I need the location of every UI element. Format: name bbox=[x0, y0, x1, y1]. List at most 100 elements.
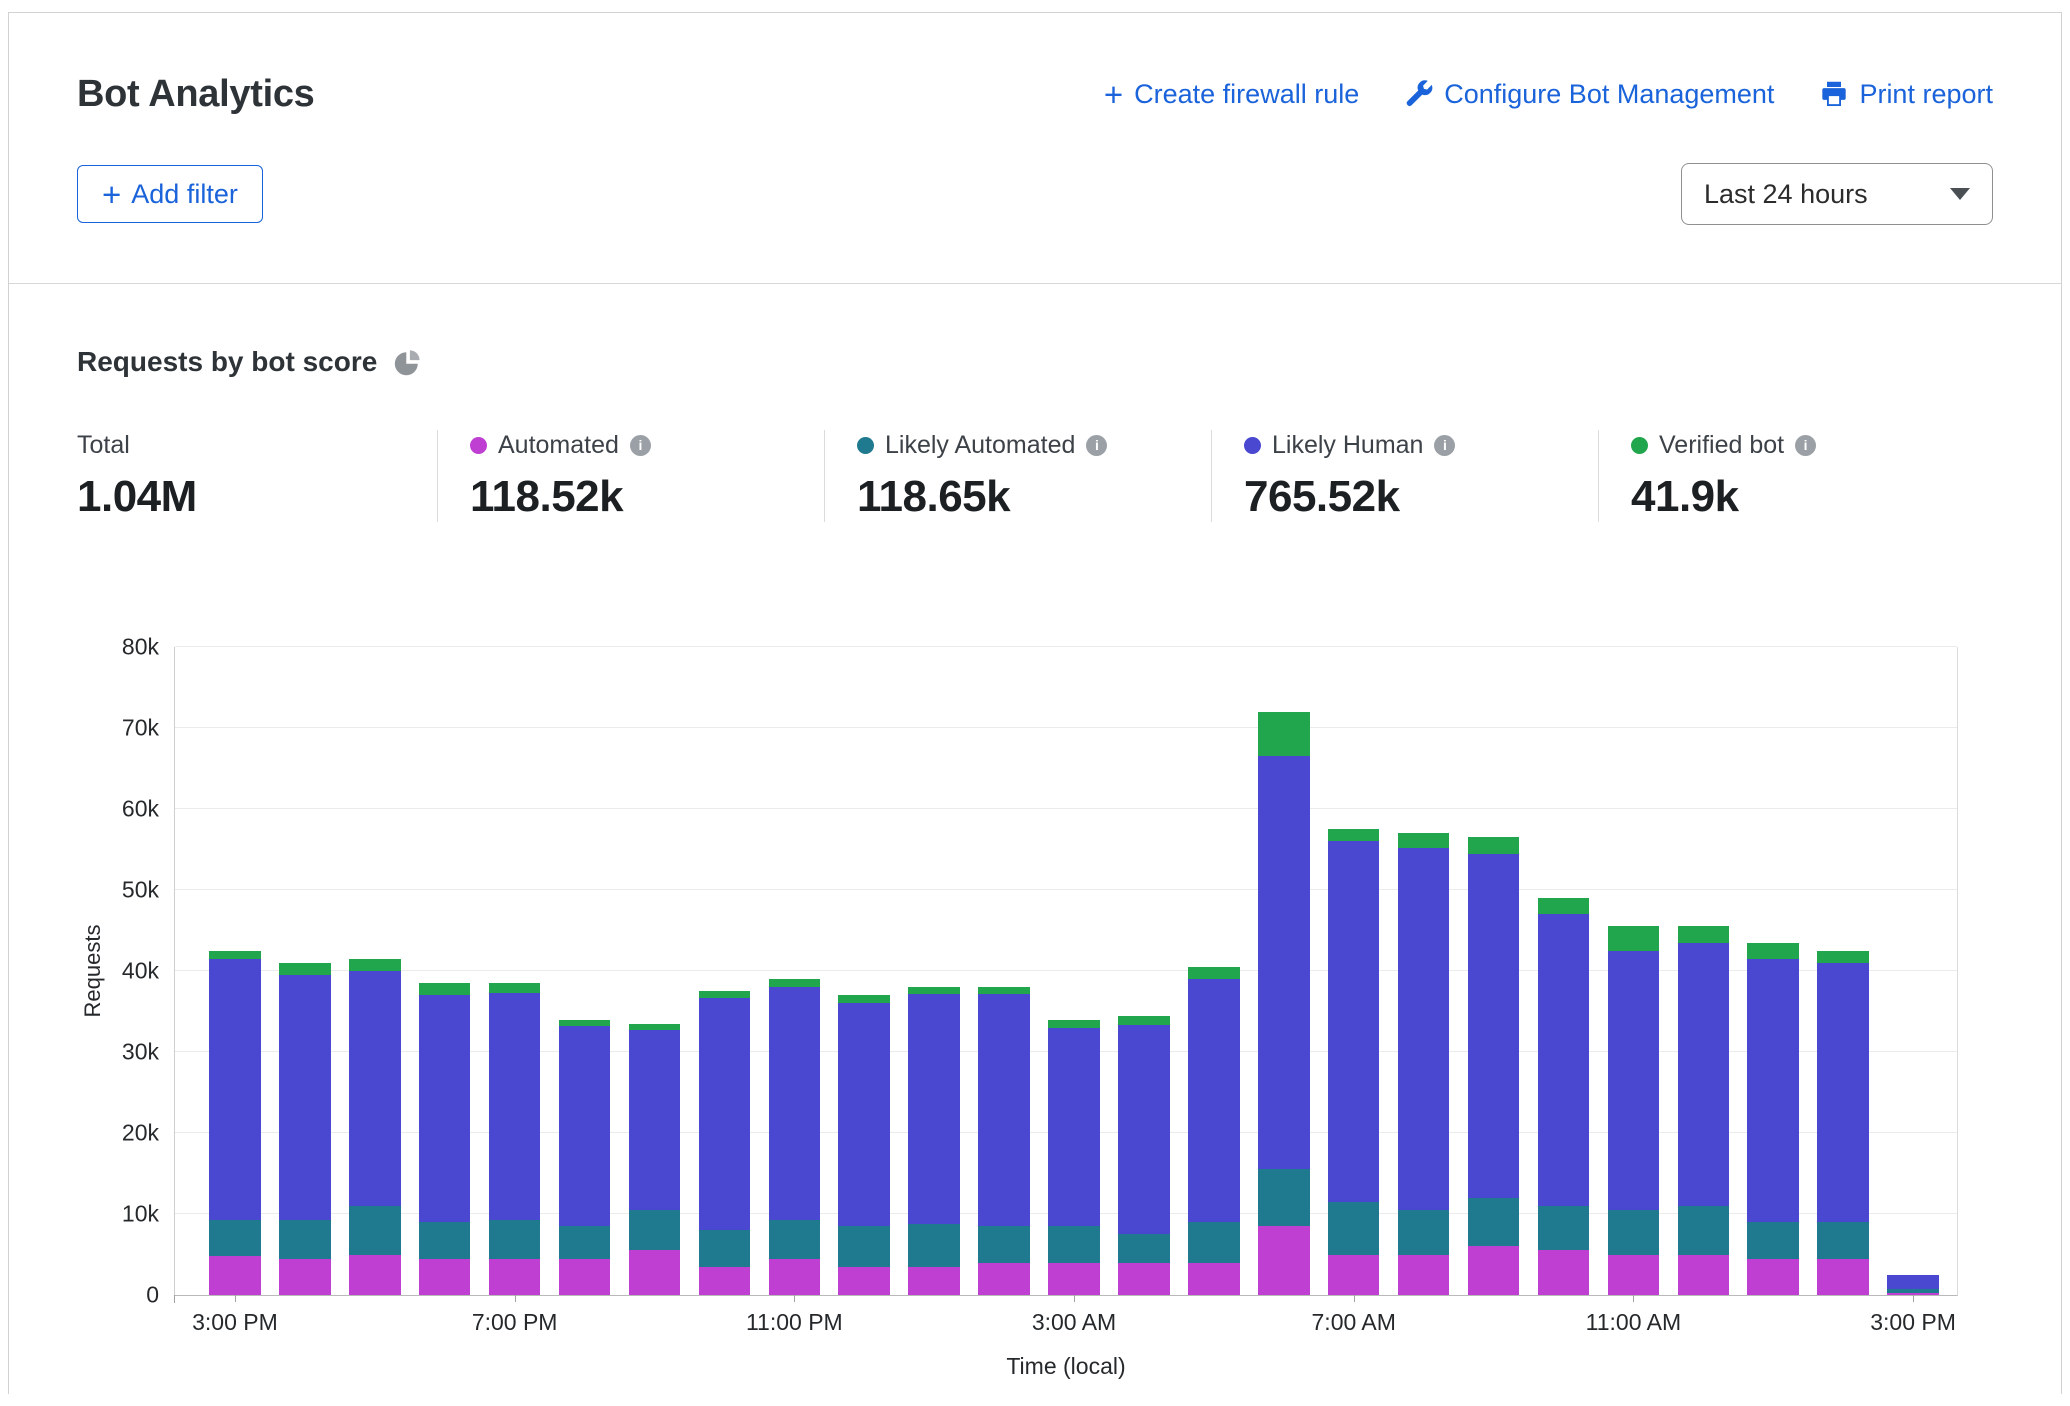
bar-segment-verified-bot bbox=[489, 983, 541, 993]
x-tick-mark bbox=[794, 1295, 795, 1302]
bar-slot bbox=[1184, 647, 1244, 1295]
print-report-link[interactable]: Print report bbox=[1820, 79, 1993, 110]
bar-slot bbox=[1394, 647, 1454, 1295]
stacked-bar[interactable] bbox=[629, 647, 681, 1295]
stat-value: 41.9k bbox=[1631, 472, 1985, 522]
main-content: Requests by bot score Total 1.04M Automa… bbox=[9, 346, 2061, 1296]
y-tick-label: 10k bbox=[122, 1201, 159, 1228]
configure-bot-management-link[interactable]: Configure Bot Management bbox=[1405, 79, 1774, 110]
stacked-bar[interactable] bbox=[209, 647, 261, 1295]
x-tick-mark bbox=[1074, 1295, 1075, 1302]
bar-segment-verified-bot bbox=[838, 995, 890, 1003]
bar-segment-likely-human bbox=[209, 959, 261, 1220]
stacked-bar[interactable] bbox=[1817, 647, 1869, 1295]
stacked-bar[interactable] bbox=[559, 647, 611, 1295]
stacked-bar[interactable] bbox=[908, 647, 960, 1295]
bar-segment-automated bbox=[349, 1255, 401, 1296]
bars-area bbox=[175, 647, 1957, 1295]
stacked-bar[interactable] bbox=[419, 647, 471, 1295]
y-tick-label: 70k bbox=[122, 715, 159, 742]
bar-segment-verified-bot bbox=[209, 951, 261, 959]
stacked-bar[interactable] bbox=[1538, 647, 1590, 1295]
bar-segment-verified-bot bbox=[1258, 712, 1310, 757]
bar-segment-automated bbox=[419, 1259, 471, 1295]
stacked-bar[interactable] bbox=[1188, 647, 1240, 1295]
stat-label: Likely Human bbox=[1272, 431, 1423, 460]
stacked-bar[interactable] bbox=[1118, 647, 1170, 1295]
stat-label: Automated bbox=[498, 431, 619, 460]
bar-slot bbox=[1673, 647, 1733, 1295]
bar-segment-likely-automated bbox=[769, 1220, 821, 1259]
zero-tick bbox=[174, 1295, 175, 1303]
x-tick-label: 3:00 AM bbox=[1032, 1309, 1116, 1336]
bar-segment-verified-bot bbox=[1608, 926, 1660, 950]
info-icon[interactable]: i bbox=[1795, 435, 1816, 456]
x-slot bbox=[1743, 1295, 1803, 1345]
bar-segment-automated bbox=[279, 1259, 331, 1295]
bar-slot bbox=[1813, 647, 1873, 1295]
bar-segment-likely-automated bbox=[1608, 1210, 1660, 1255]
stacked-bar[interactable] bbox=[279, 647, 331, 1295]
stacked-bar[interactable] bbox=[978, 647, 1030, 1295]
bar-segment-verified-bot bbox=[349, 959, 401, 971]
x-tick-label: 3:00 PM bbox=[192, 1309, 278, 1336]
bar-segment-likely-human bbox=[769, 987, 821, 1219]
bar-segment-verified-bot bbox=[1747, 943, 1799, 959]
bar-segment-verified-bot bbox=[769, 979, 821, 987]
info-icon[interactable]: i bbox=[630, 435, 651, 456]
bar-slot bbox=[1044, 647, 1104, 1295]
bar-segment-verified-bot bbox=[1048, 1020, 1100, 1028]
x-slot: 3:00 PM bbox=[205, 1295, 265, 1345]
bar-segment-likely-human bbox=[1258, 756, 1310, 1169]
bar-segment-automated bbox=[1398, 1255, 1450, 1296]
bar-segment-likely-human bbox=[699, 998, 751, 1230]
x-slot bbox=[345, 1295, 405, 1345]
bar-segment-likely-automated bbox=[489, 1220, 541, 1259]
legend-dot bbox=[1244, 437, 1261, 454]
bar-segment-verified-bot bbox=[1678, 926, 1730, 942]
stacked-bar[interactable] bbox=[1398, 647, 1450, 1295]
x-tick-label: 3:00 PM bbox=[1870, 1309, 1956, 1336]
stat-label: Total bbox=[77, 431, 130, 460]
stacked-bar[interactable] bbox=[838, 647, 890, 1295]
bar-segment-automated bbox=[769, 1259, 821, 1295]
stacked-bar[interactable] bbox=[1048, 647, 1100, 1295]
stacked-bar[interactable] bbox=[489, 647, 541, 1295]
bar-segment-likely-human bbox=[1188, 979, 1240, 1222]
stacked-bar[interactable] bbox=[1887, 647, 1939, 1295]
stacked-bar[interactable] bbox=[1328, 647, 1380, 1295]
add-filter-button[interactable]: + Add filter bbox=[77, 165, 263, 223]
bar-segment-verified-bot bbox=[419, 983, 471, 995]
bar-segment-likely-automated bbox=[1538, 1206, 1590, 1251]
stacked-bar[interactable] bbox=[1678, 647, 1730, 1295]
stacked-bar[interactable] bbox=[699, 647, 751, 1295]
bar-segment-verified-bot bbox=[1118, 1016, 1170, 1026]
page-title: Bot Analytics bbox=[77, 73, 315, 116]
create-firewall-rule-link[interactable]: + Create firewall rule bbox=[1104, 78, 1359, 111]
stat-verified-bot: Verified bot i 41.9k bbox=[1598, 430, 1985, 522]
bar-segment-likely-human bbox=[1048, 1028, 1100, 1226]
bar-segment-likely-automated bbox=[1258, 1169, 1310, 1226]
time-range-select[interactable]: Last 24 hours bbox=[1681, 163, 1993, 225]
stat-value: 1.04M bbox=[77, 472, 437, 522]
stacked-bar[interactable] bbox=[1747, 647, 1799, 1295]
stacked-bar[interactable] bbox=[1468, 647, 1520, 1295]
bar-segment-verified-bot bbox=[279, 963, 331, 975]
stacked-bar[interactable] bbox=[349, 647, 401, 1295]
y-tick-label: 0 bbox=[146, 1282, 159, 1309]
x-slot bbox=[275, 1295, 335, 1345]
bar-slot bbox=[485, 647, 545, 1295]
bar-segment-likely-human bbox=[279, 975, 331, 1220]
stat-likely-human: Likely Human i 765.52k bbox=[1211, 430, 1598, 522]
stacked-bar[interactable] bbox=[1258, 647, 1310, 1295]
bar-segment-likely-human bbox=[978, 994, 1030, 1226]
stacked-bar[interactable] bbox=[769, 647, 821, 1295]
stacked-bar[interactable] bbox=[1608, 647, 1660, 1295]
info-icon[interactable]: i bbox=[1086, 435, 1107, 456]
info-icon[interactable]: i bbox=[1434, 435, 1455, 456]
bar-segment-likely-human bbox=[1538, 914, 1590, 1206]
y-axis-label: Requests bbox=[80, 925, 106, 1018]
bar-segment-likely-human bbox=[908, 994, 960, 1224]
bar-segment-automated bbox=[1188, 1263, 1240, 1295]
bot-score-chart: 010k20k30k40k50k60k70k80k Requests 3:00 … bbox=[174, 647, 1958, 1296]
